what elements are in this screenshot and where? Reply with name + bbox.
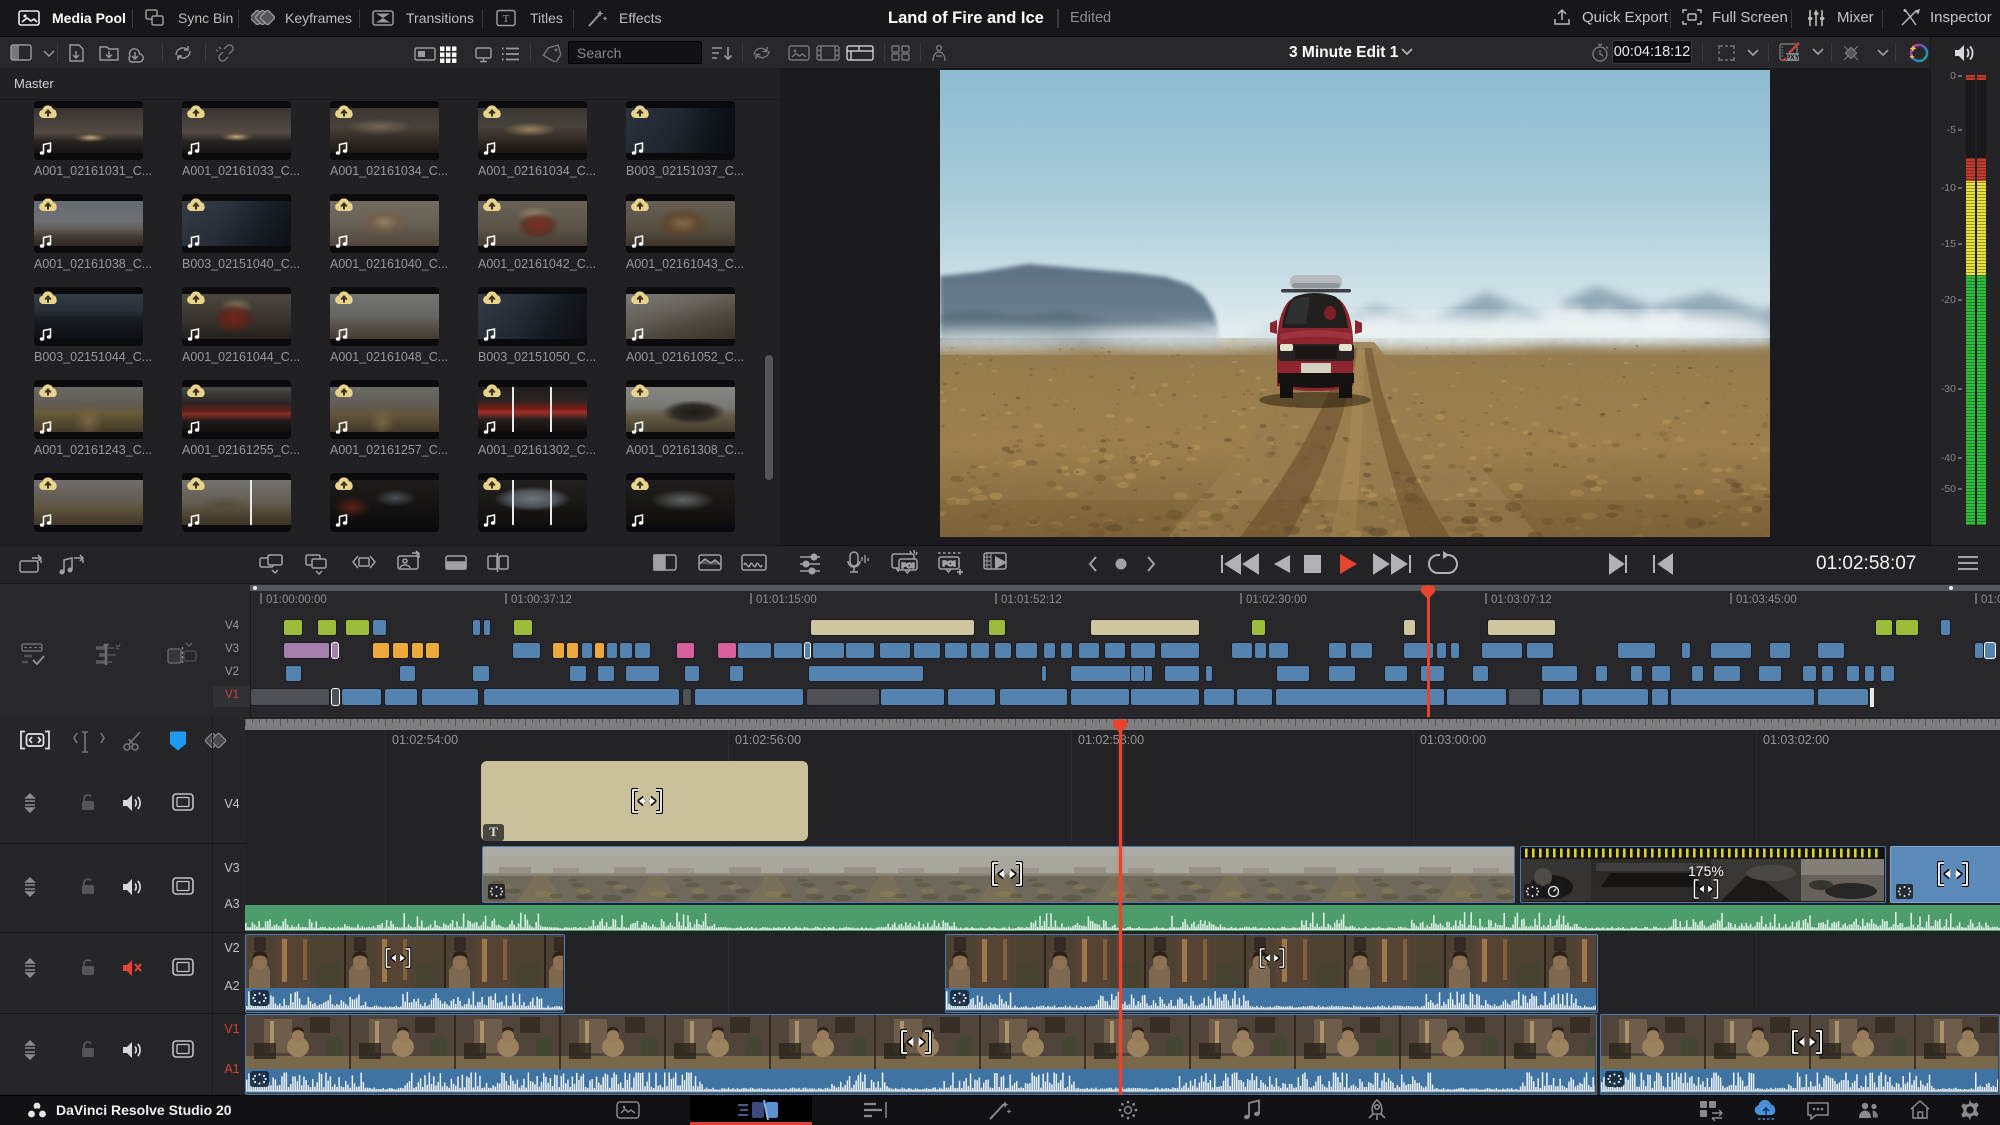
svg-text:T: T [503, 13, 510, 25]
svg-text:PXY: PXY [1785, 55, 1799, 62]
svg-text:POI: POI [943, 559, 956, 568]
svg-text:POI: POI [902, 561, 915, 570]
